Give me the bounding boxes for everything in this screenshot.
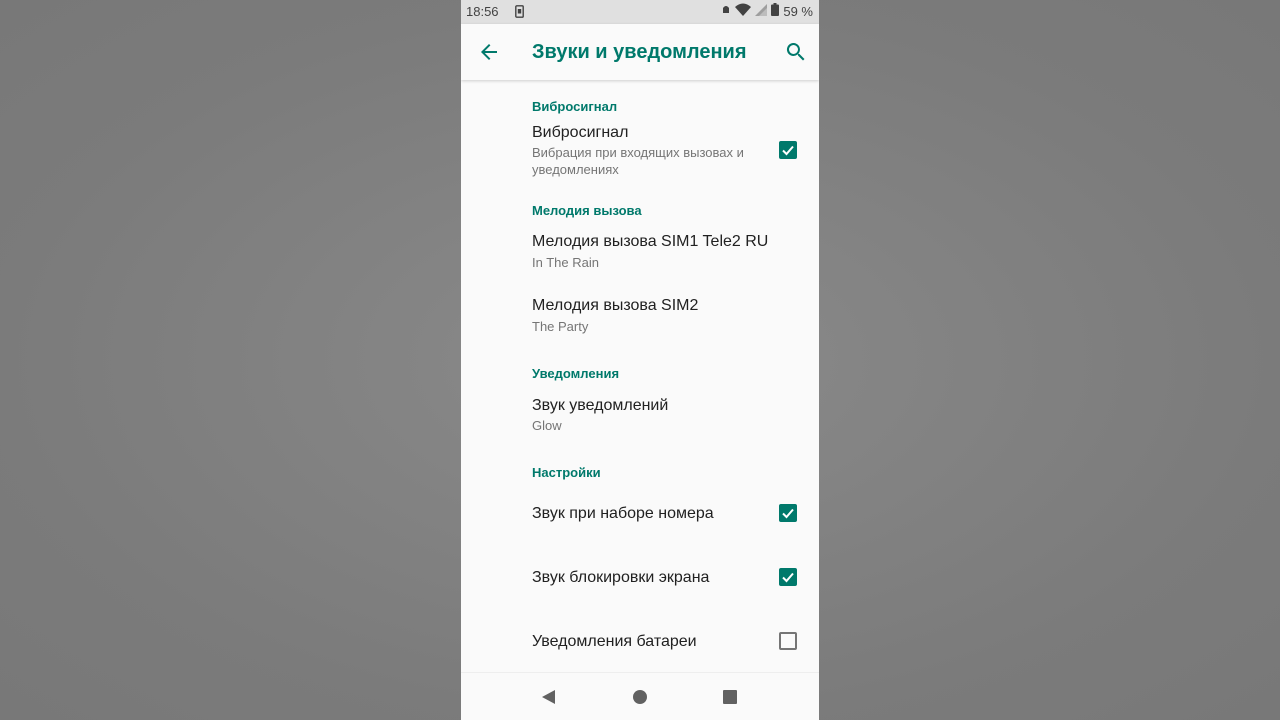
section-header-ringtone: Мелодия вызова bbox=[532, 203, 642, 218]
app-bar: Звуки и уведомления bbox=[461, 24, 819, 80]
battery-notifications-checkbox[interactable] bbox=[779, 632, 797, 650]
ringtone-sim2-title: Мелодия вызова SIM2 bbox=[532, 297, 699, 314]
status-time: 18:56 bbox=[466, 4, 499, 19]
arrow-left-icon[interactable] bbox=[477, 40, 501, 64]
status-bar: 18:56 59 % bbox=[461, 0, 819, 24]
phone-screen: 18:56 59 % Звуки и уведомления Вибросигн… bbox=[461, 0, 819, 720]
notification-sound-title: Звук уведомлений bbox=[532, 397, 669, 414]
alarm-icon bbox=[721, 4, 731, 19]
section-header-notifications: Уведомления bbox=[532, 366, 620, 381]
lock-sound-checkbox[interactable] bbox=[779, 568, 797, 586]
dial-sound-title: Звук при наборе номера bbox=[532, 505, 714, 522]
search-icon[interactable] bbox=[784, 40, 808, 64]
nav-home-icon[interactable] bbox=[633, 690, 647, 704]
signal-icon bbox=[755, 3, 768, 19]
battery-notifications-title: Уведомления батареи bbox=[532, 633, 697, 650]
battery-percent: 59 % bbox=[783, 3, 813, 19]
vibration-checkbox[interactable] bbox=[779, 141, 797, 159]
nav-recents-icon[interactable] bbox=[723, 690, 737, 704]
lock-sound-title: Звук блокировки экрана bbox=[532, 569, 710, 586]
notification-sound-value: Glow bbox=[532, 418, 562, 433]
vibration-subtitle: Вибрация при входящих вызовах и уведомле… bbox=[532, 145, 744, 177]
navigation-bar bbox=[461, 672, 819, 720]
settings-list: Вибросигнал Вибросигнал Вибрация при вхо… bbox=[461, 80, 819, 672]
ringtone-sim1-value: In The Rain bbox=[532, 255, 599, 270]
vibration-title: Вибросигнал bbox=[532, 124, 629, 141]
nav-back-icon[interactable] bbox=[541, 689, 557, 710]
ringtone-sim1-title: Мелодия вызова SIM1 Tele2 RU bbox=[532, 233, 769, 250]
wifi-icon bbox=[735, 3, 752, 19]
section-header-settings: Настройки bbox=[532, 465, 601, 480]
sim-card-icon bbox=[515, 5, 524, 21]
dial-sound-checkbox[interactable] bbox=[779, 504, 797, 522]
ringtone-sim2-value: The Party bbox=[532, 319, 589, 334]
page-title: Звуки и уведомления bbox=[532, 41, 747, 63]
battery-icon bbox=[771, 3, 780, 19]
section-header-vibration: Вибросигнал bbox=[532, 99, 618, 114]
status-icons: 59 % bbox=[721, 3, 813, 19]
